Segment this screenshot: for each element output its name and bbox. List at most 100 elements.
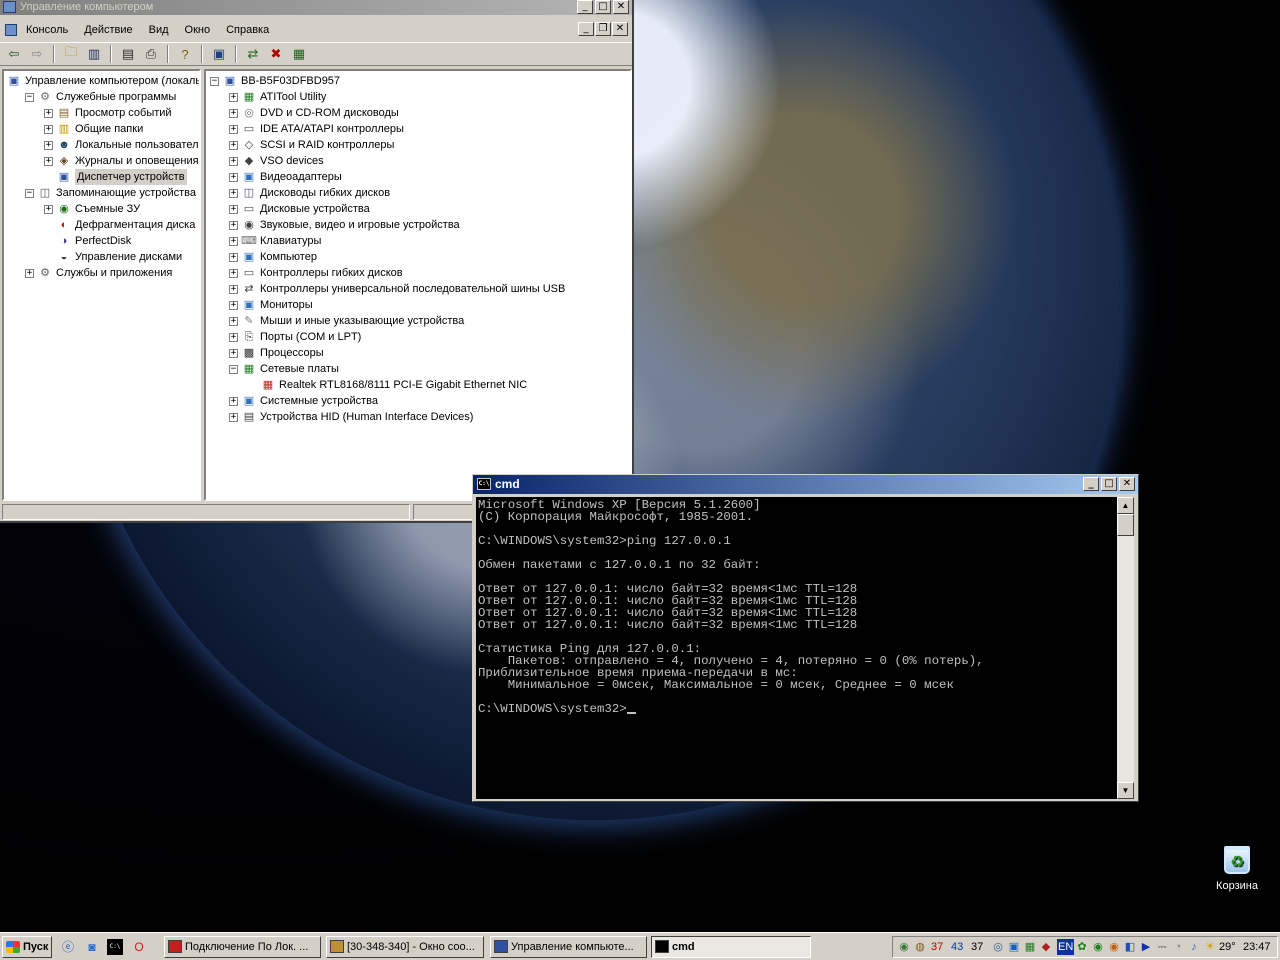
show-tree-icon[interactable]: ▥ xyxy=(84,45,104,63)
scroll-down-button[interactable]: ▼ xyxy=(1117,782,1134,799)
opera-icon[interactable]: O xyxy=(131,939,147,955)
menu-console[interactable]: Консоль xyxy=(18,24,76,36)
child-close-button[interactable]: ✕ xyxy=(612,22,628,36)
device-category[interactable]: + ⎘ Порты (COM и LPT) xyxy=(229,329,361,345)
cmd-title-bar[interactable]: C:\ cmd _ □ ✕ xyxy=(473,475,1138,494)
console-tree-item[interactable]: ◒ Управление дисками xyxy=(44,249,182,265)
recycle-bin[interactable]: Корзина xyxy=(1206,846,1268,892)
taskbar-button[interactable]: [30-348-340] - Окно соо... xyxy=(326,936,484,958)
menu-window[interactable]: Окно xyxy=(177,24,219,36)
cmd-close-button[interactable]: ✕ xyxy=(1119,477,1135,491)
taskbar-button[interactable]: Подключение По Лок. ... xyxy=(164,936,321,958)
start-button[interactable]: Пуск xyxy=(2,936,52,958)
recycle-bin-label[interactable]: Корзина xyxy=(1216,880,1258,892)
scroll-up-button[interactable]: ▲ xyxy=(1117,497,1134,514)
device-category[interactable]: + ◉ Звуковые, видео и игровые устройства xyxy=(229,217,460,233)
update-driver-icon[interactable]: ⇄ xyxy=(243,45,263,63)
device-category[interactable]: + ▭ IDE ATA/ATAPI контроллеры xyxy=(229,121,404,137)
console-tree-item[interactable]: ◑ PerfectDisk xyxy=(44,233,132,249)
expand-icon[interactable]: + xyxy=(229,412,238,422)
minimize-button[interactable]: _ xyxy=(577,0,593,14)
up-folder-icon[interactable]: 🗀 xyxy=(61,44,81,63)
expand-icon[interactable]: + xyxy=(229,396,238,406)
expand-icon[interactable]: + xyxy=(229,108,238,118)
mmc-title-bar[interactable]: Управление компьютером _ □ ✕ xyxy=(0,0,632,15)
expand-icon[interactable]: + xyxy=(229,316,238,326)
tray-shield-icon[interactable]: ◆ xyxy=(1039,940,1053,954)
tray-monitor-icon[interactable]: ▣ xyxy=(1007,940,1021,954)
document-icon[interactable] xyxy=(5,24,17,36)
device-category[interactable]: + ▣ Системные устройства xyxy=(229,393,378,409)
expand-icon[interactable]: + xyxy=(44,140,53,150)
expand-icon[interactable]: + xyxy=(229,188,238,198)
console-tree-item[interactable]: − ⚙ Служебные программы xyxy=(25,89,176,105)
scroll-thumb[interactable] xyxy=(1117,514,1134,536)
tray-update-icon[interactable]: ◉ xyxy=(1091,940,1105,954)
collapse-icon[interactable]: − xyxy=(25,92,34,102)
expand-icon[interactable]: + xyxy=(229,172,238,182)
console-tree-item[interactable]: ◐ Дефрагментация диска xyxy=(44,217,196,233)
collapse-icon[interactable]: − xyxy=(25,188,34,198)
expand-icon[interactable]: + xyxy=(229,268,238,278)
device-category[interactable]: + ▣ Компьютер xyxy=(229,249,317,265)
tray-clock[interactable]: 23:47 xyxy=(1243,939,1271,955)
collapse-icon[interactable]: − xyxy=(229,364,238,374)
tray-globe-icon[interactable]: ◎ xyxy=(991,940,1005,954)
taskbar-button[interactable]: Управление компьюте... xyxy=(490,936,647,958)
tray-volume-icon[interactable]: ◧ xyxy=(1123,940,1137,954)
child-minimize-button[interactable]: _ xyxy=(578,22,594,36)
help-icon[interactable]: ? xyxy=(175,45,195,63)
console-tree-item[interactable]: + ◉ Съемные ЗУ xyxy=(44,201,140,217)
tray-app-icon[interactable]: ◍ xyxy=(913,940,927,954)
network-adapter-item[interactable]: ▦ Realtek RTL8168/8111 PCI-E Gigabit Ethe… xyxy=(260,377,527,393)
expand-icon[interactable]: + xyxy=(229,284,238,294)
expand-icon[interactable]: + xyxy=(229,156,238,166)
expand-icon[interactable]: + xyxy=(229,332,238,342)
expand-icon[interactable]: + xyxy=(229,140,238,150)
uninstall-icon[interactable]: ✖ xyxy=(266,45,286,63)
device-category[interactable]: + ◆ VSO devices xyxy=(229,153,324,169)
disable-device-icon[interactable]: ▦ xyxy=(289,45,309,63)
console-tree-item[interactable]: ▣ Управление компьютером (локаль xyxy=(6,73,199,89)
device-category[interactable]: + ▤ Устройства HID (Human Interface Device… xyxy=(229,409,473,425)
maximize-button[interactable]: □ xyxy=(595,0,611,14)
expand-icon[interactable]: + xyxy=(229,92,238,102)
back-arrow-icon[interactable]: ⇦ xyxy=(4,45,24,63)
device-category[interactable]: − ▦ Сетевые платы xyxy=(229,361,339,377)
properties-icon[interactable]: ▤ xyxy=(118,45,138,63)
device-category[interactable]: + ▣ Мониторы xyxy=(229,297,313,313)
vertical-scrollbar[interactable]: ▲ ▼ xyxy=(1117,497,1134,799)
expand-icon[interactable]: + xyxy=(229,220,238,230)
console-output[interactable]: Microsoft Windows XP [Версия 5.1.2600] (С… xyxy=(476,497,1117,799)
device-category[interactable]: + ◎ DVD и CD-ROM дисководы xyxy=(229,105,399,121)
cmd-minimize-button[interactable]: _ xyxy=(1083,477,1099,491)
console-tree-item[interactable]: + ⚙ Службы и приложения xyxy=(25,265,172,281)
cmd-quicklaunch-icon[interactable]: C:\ xyxy=(107,939,123,955)
device-category[interactable]: + ✎ Мыши и иные указывающие устройства xyxy=(229,313,464,329)
expand-icon[interactable]: + xyxy=(44,204,53,214)
tray-media-icon[interactable]: ▶ xyxy=(1139,940,1153,954)
expand-icon[interactable]: + xyxy=(229,236,238,246)
child-restore-button[interactable]: ❐ xyxy=(595,22,611,36)
device-category[interactable]: + ▦ ATITool Utility xyxy=(229,89,326,105)
device-category[interactable]: + ▣ Видеоадаптеры xyxy=(229,169,342,185)
tray-icq-icon[interactable]: ✿ xyxy=(1075,940,1089,954)
console-tree-item[interactable]: − ◫ Запоминающие устройства xyxy=(25,185,196,201)
expand-icon[interactable]: + xyxy=(229,124,238,134)
console-tree-item[interactable]: ▣ Диспетчер устройств xyxy=(44,169,187,185)
internet-explorer-icon[interactable]: ⓔ xyxy=(60,939,76,955)
expand-icon[interactable]: + xyxy=(229,348,238,358)
device-tree-root[interactable]: − ▣ BB-B5F03DFBD957 xyxy=(210,73,340,89)
menu-action[interactable]: Действие xyxy=(76,24,140,36)
taskbar-button[interactable]: cmd xyxy=(651,936,811,958)
expand-icon[interactable]: + xyxy=(44,124,53,134)
expand-icon[interactable]: + xyxy=(229,300,238,310)
device-category[interactable]: + ▭ Дисковые устройства xyxy=(229,201,370,217)
expand-icon[interactable]: + xyxy=(229,252,238,262)
close-button[interactable]: ✕ xyxy=(613,0,629,14)
console-tree-item[interactable]: + ▤ Просмотр событий xyxy=(44,105,172,121)
recycle-bin-icon[interactable] xyxy=(1224,846,1250,874)
console-tree-item[interactable]: + ◈ Журналы и оповещения пр xyxy=(44,153,199,169)
menu-help[interactable]: Справка xyxy=(218,24,277,36)
tray-usb-icon[interactable]: ⎓ xyxy=(1155,940,1169,954)
